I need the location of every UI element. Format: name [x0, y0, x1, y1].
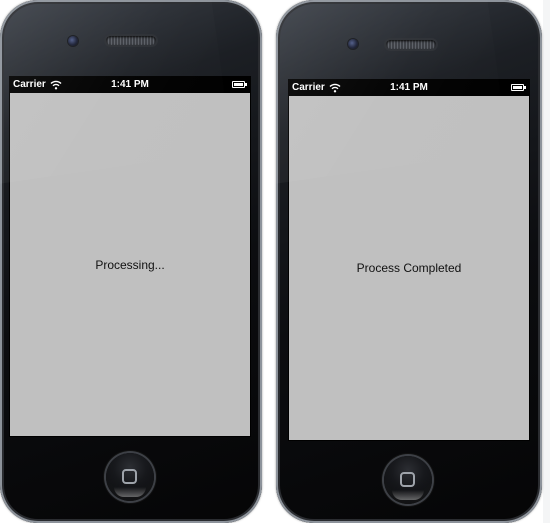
camera-icon — [68, 36, 78, 46]
status-bar: Carrier 1:41 PM — [10, 77, 250, 93]
speaker-grille — [106, 36, 156, 45]
home-button[interactable] — [106, 453, 154, 501]
iphone-simulator-left: Carrier 1:41 PM Processing... — [0, 0, 262, 523]
app-view: Process Completed — [289, 96, 529, 440]
status-time: 1:41 PM — [111, 79, 149, 90]
background-edge — [543, 0, 550, 523]
home-square-icon — [122, 469, 137, 484]
battery-icon — [232, 81, 247, 88]
camera-icon — [348, 39, 358, 49]
iphone-simulator-right: Carrier 1:41 PM Process Completed — [276, 0, 542, 523]
status-time: 1:41 PM — [390, 82, 428, 93]
status-bar: Carrier 1:41 PM — [289, 80, 529, 96]
processing-label: Processing... — [95, 258, 165, 272]
app-view: Processing... — [10, 93, 250, 436]
battery-icon — [511, 84, 526, 91]
process-completed-label: Process Completed — [356, 261, 462, 275]
speaker-grille — [386, 40, 436, 49]
home-square-icon — [400, 472, 415, 487]
device-screen: Carrier 1:41 PM Process Completed — [288, 79, 530, 441]
home-button[interactable] — [384, 456, 432, 504]
device-screen: Carrier 1:41 PM Processing... — [9, 76, 251, 437]
